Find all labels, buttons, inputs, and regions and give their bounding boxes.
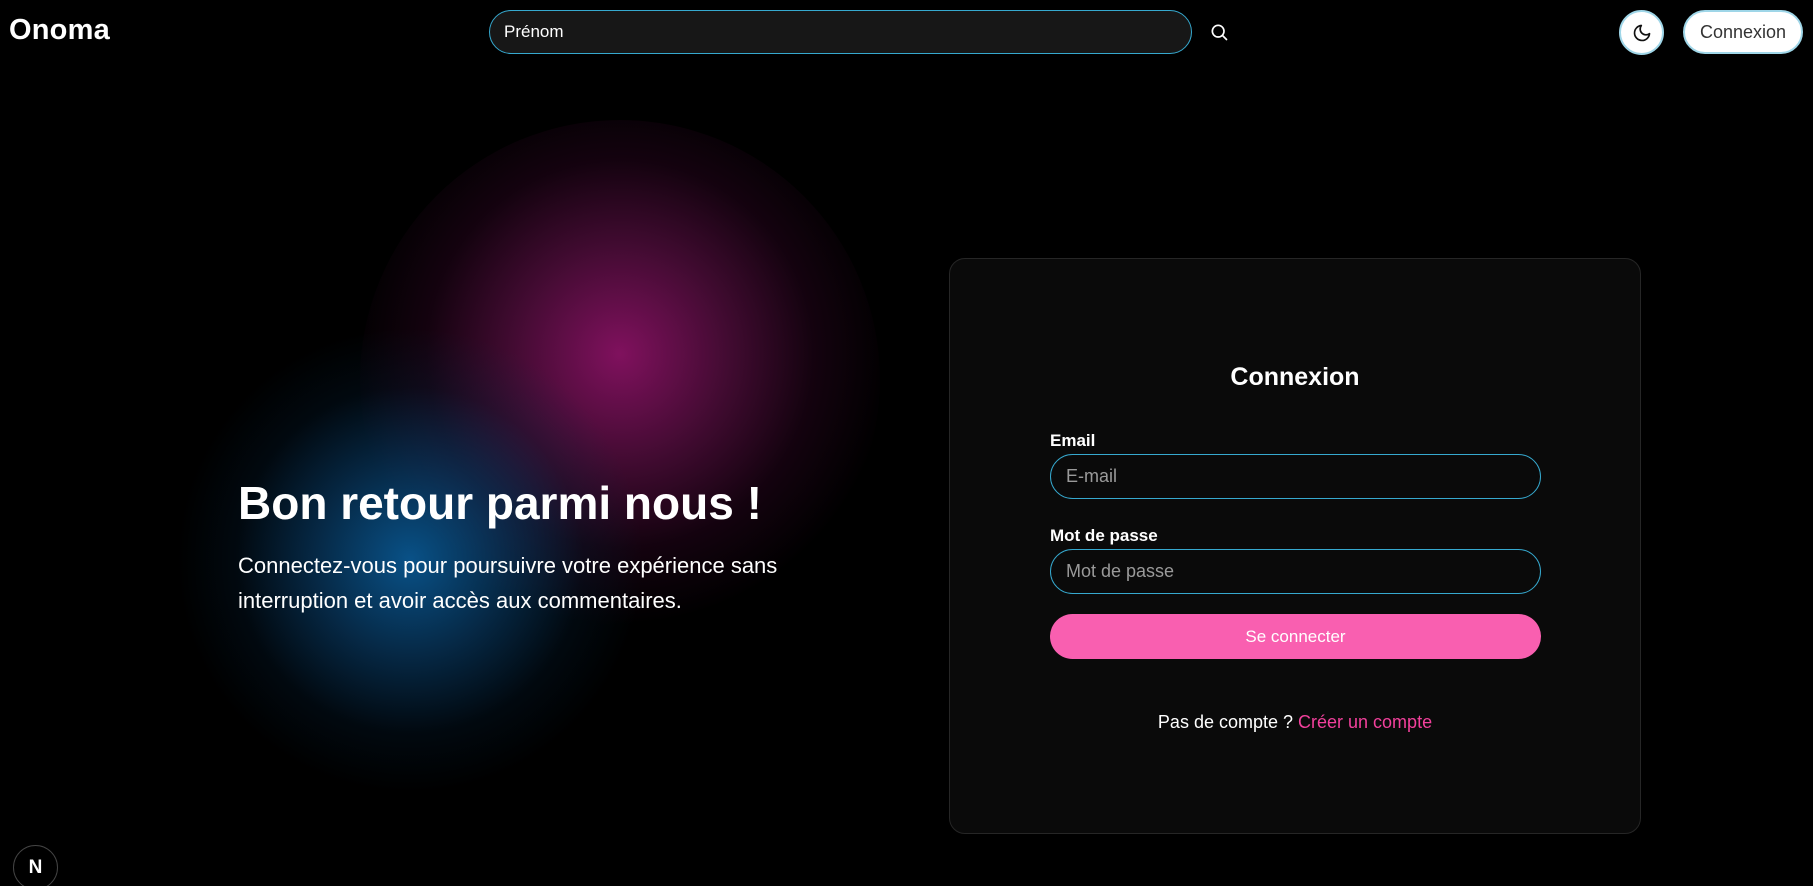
hero-title: Bon retour parmi nous ! <box>238 477 762 529</box>
login-button[interactable]: Connexion <box>1683 10 1803 54</box>
login-card: Connexion Email Mot de passe Se connecte… <box>949 258 1641 834</box>
signup-row: Pas de compte ? Créer un compte <box>950 712 1640 733</box>
submit-login-button[interactable]: Se connecter <box>1050 614 1541 659</box>
signup-prompt: Pas de compte ? <box>1157 712 1299 732</box>
search-icon <box>1211 24 1228 41</box>
password-field[interactable] <box>1050 549 1541 594</box>
search-button[interactable] <box>1206 19 1232 45</box>
email-field[interactable] <box>1050 454 1541 499</box>
moon-icon <box>1633 24 1650 41</box>
password-label: Mot de passe <box>1050 526 1158 545</box>
search-input[interactable] <box>489 10 1192 54</box>
brand-logo[interactable]: Onoma <box>9 14 110 47</box>
create-account-link[interactable]: Créer un compte <box>1298 712 1432 732</box>
top-navigation: Onoma Connexion <box>0 0 1813 66</box>
login-page: Onoma Connexion Bon retour parmi nous ! … <box>0 0 1813 886</box>
nextjs-dev-indicator[interactable]: N <box>13 845 58 886</box>
theme-toggle-button[interactable] <box>1619 10 1664 55</box>
email-label: Email <box>1050 431 1096 450</box>
login-card-title: Connexion <box>1230 363 1360 391</box>
nextjs-icon: N <box>28 856 43 878</box>
hero-subtitle: Connectez-vous pour poursuivre votre exp… <box>238 553 778 613</box>
